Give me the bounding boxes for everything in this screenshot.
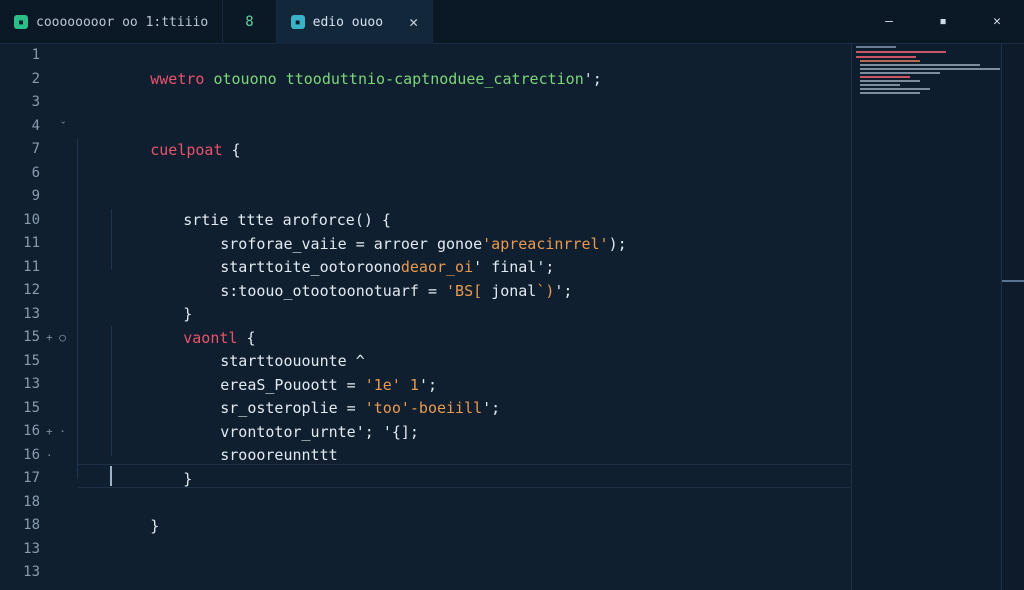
minimap-line (860, 68, 1000, 70)
keyword: cuelpoat (150, 140, 223, 159)
file-icon: ▪ (14, 15, 28, 29)
code-line-13[interactable]: } (111, 279, 192, 323)
token: = (418, 281, 447, 300)
line-number: 11 (23, 235, 40, 251)
token: s:toouo_otootoonotuarf (220, 281, 419, 300)
punct: ); (608, 234, 627, 253)
line-number: 7 (31, 141, 40, 157)
code-line-14[interactable]: vaontl { (111, 303, 255, 347)
window-controls: – ▪ ✕ (862, 0, 1024, 43)
string: ttooduttnio-captnoduee_catrection (285, 69, 584, 88)
vertical-scrollbar[interactable] (1001, 44, 1024, 590)
minimap-line (860, 60, 920, 62)
string: `) (536, 281, 555, 300)
close-window-button[interactable]: ✕ (970, 0, 1024, 44)
punct: } (183, 469, 193, 488)
line-number: 13 (23, 376, 40, 392)
minimap-line (860, 72, 940, 74)
token: jonal (491, 281, 537, 300)
tab-file-2[interactable]: 8 (223, 0, 277, 44)
code-content[interactable]: wwetro otouono ttooduttnio-captnoduee_ca… (78, 44, 850, 590)
punct: } (150, 516, 160, 535)
code-editor-window: ▪ coooooooor oo 1:ttiiio 8 ▪ edio ouoo ✕… (0, 0, 1024, 590)
line-number: 11 (23, 259, 40, 275)
fold-marker-icon[interactable]: + · · (46, 420, 70, 462)
tab-label: coooooooor oo 1:ttiiio (36, 14, 209, 30)
code-line-1[interactable]: wwetro otouono ttooduttnio-captnoduee_ca… (78, 44, 602, 88)
tab-file-1[interactable]: ▪ coooooooor oo 1:ttiiio (0, 0, 224, 44)
token: sroooreunnttt (220, 445, 338, 464)
line-number: 17 (23, 470, 40, 486)
minimap-line (856, 46, 896, 48)
line-number: 9 (31, 188, 40, 204)
code-line-12[interactable]: s:toouo_otootoonotuarf = 'BS[ jonal`)'; (148, 256, 572, 300)
minimap-line (860, 92, 920, 94)
minimap-line (860, 80, 920, 82)
minimap-line (860, 76, 910, 78)
punct: '; (583, 69, 602, 88)
code-line-11[interactable]: starttoite_ootoroonodeaor_oi' final'; (148, 232, 554, 276)
close-tab-icon[interactable]: ✕ (409, 13, 418, 31)
punct: { (222, 140, 241, 159)
code-line-22[interactable]: } (78, 491, 159, 535)
scroll-thumb[interactable] (1002, 280, 1024, 282)
code-line-18[interactable]: vrontotor_urnte'; '{]; (148, 397, 419, 441)
line-number: 18 (23, 494, 40, 510)
tab-label: 8 (245, 14, 254, 30)
code-line-16[interactable]: ereaS_Pouoott = '1e' 1'; (148, 350, 437, 394)
tab-bar: ▪ coooooooor oo 1:ttiiio 8 ▪ edio ouoo ✕… (0, 0, 1024, 44)
line-number: 2 (31, 71, 40, 87)
code-line-9[interactable]: srtie ttte aroforce() { (111, 185, 391, 229)
punct: '; (482, 398, 501, 417)
line-number: 10 (23, 212, 40, 228)
code-line-19[interactable]: sroooreunnttt (148, 420, 337, 464)
code-line-4[interactable]: cuelpoat { (78, 115, 240, 159)
fold-chevron-icon[interactable]: ˇ (60, 115, 67, 139)
fold-marker-icon[interactable]: + ○ (46, 326, 66, 350)
line-number: 16 (23, 423, 40, 439)
line-number: 16 (23, 447, 40, 463)
line-number: 13 (23, 306, 40, 322)
line-number: 13 (23, 564, 40, 580)
minimap-line (860, 64, 980, 66)
tab-file-3[interactable]: ▪ edio ouoo ✕ (276, 0, 434, 44)
line-number: 15 (23, 400, 40, 416)
file-icon: ▪ (290, 15, 305, 29)
keyword: wwetro (150, 69, 205, 88)
line-number: 3 (31, 94, 40, 110)
minimap-line (860, 88, 930, 90)
punct: ; (409, 422, 419, 441)
maximize-button[interactable]: ▪ (916, 0, 970, 44)
minimap-line (856, 51, 946, 53)
minimap-line (856, 56, 916, 58)
line-number: 15 (23, 329, 40, 345)
line-number: 18 (23, 517, 40, 533)
punct: '; (554, 281, 573, 300)
line-number: 13 (23, 541, 40, 557)
token: otouono (204, 69, 286, 88)
line-number: 15 (23, 353, 40, 369)
editor-area[interactable]: 1 2 3 4 7 6 9 10 11 11 12 13 15 15 13 15… (0, 44, 850, 590)
line-number: 4 (31, 118, 40, 134)
line-number-gutter: 1 2 3 4 7 6 9 10 11 11 12 13 15 15 13 15… (0, 44, 70, 590)
code-line-17[interactable]: sr_osteroplie = 'too'-boeiill'; (148, 373, 500, 417)
code-line-15[interactable]: starttoouounte ^ (148, 326, 365, 370)
line-number: 1 (31, 47, 40, 63)
string: -boeiill (409, 398, 483, 417)
punct: '; (355, 422, 383, 441)
line-number: 12 (23, 282, 40, 298)
minimize-button[interactable]: – (862, 0, 916, 44)
token: '{] (382, 422, 410, 441)
minimap[interactable] (851, 44, 1001, 590)
minimap-line (860, 84, 900, 86)
line-number: 6 (31, 165, 40, 181)
code-line-20[interactable]: } (111, 444, 192, 488)
tab-label: edio ouoo (312, 14, 384, 30)
code-line-10[interactable]: sroforae_vaiie = arroer gonoe'apreacinrr… (148, 209, 626, 253)
string: 'BS[ (446, 281, 492, 300)
